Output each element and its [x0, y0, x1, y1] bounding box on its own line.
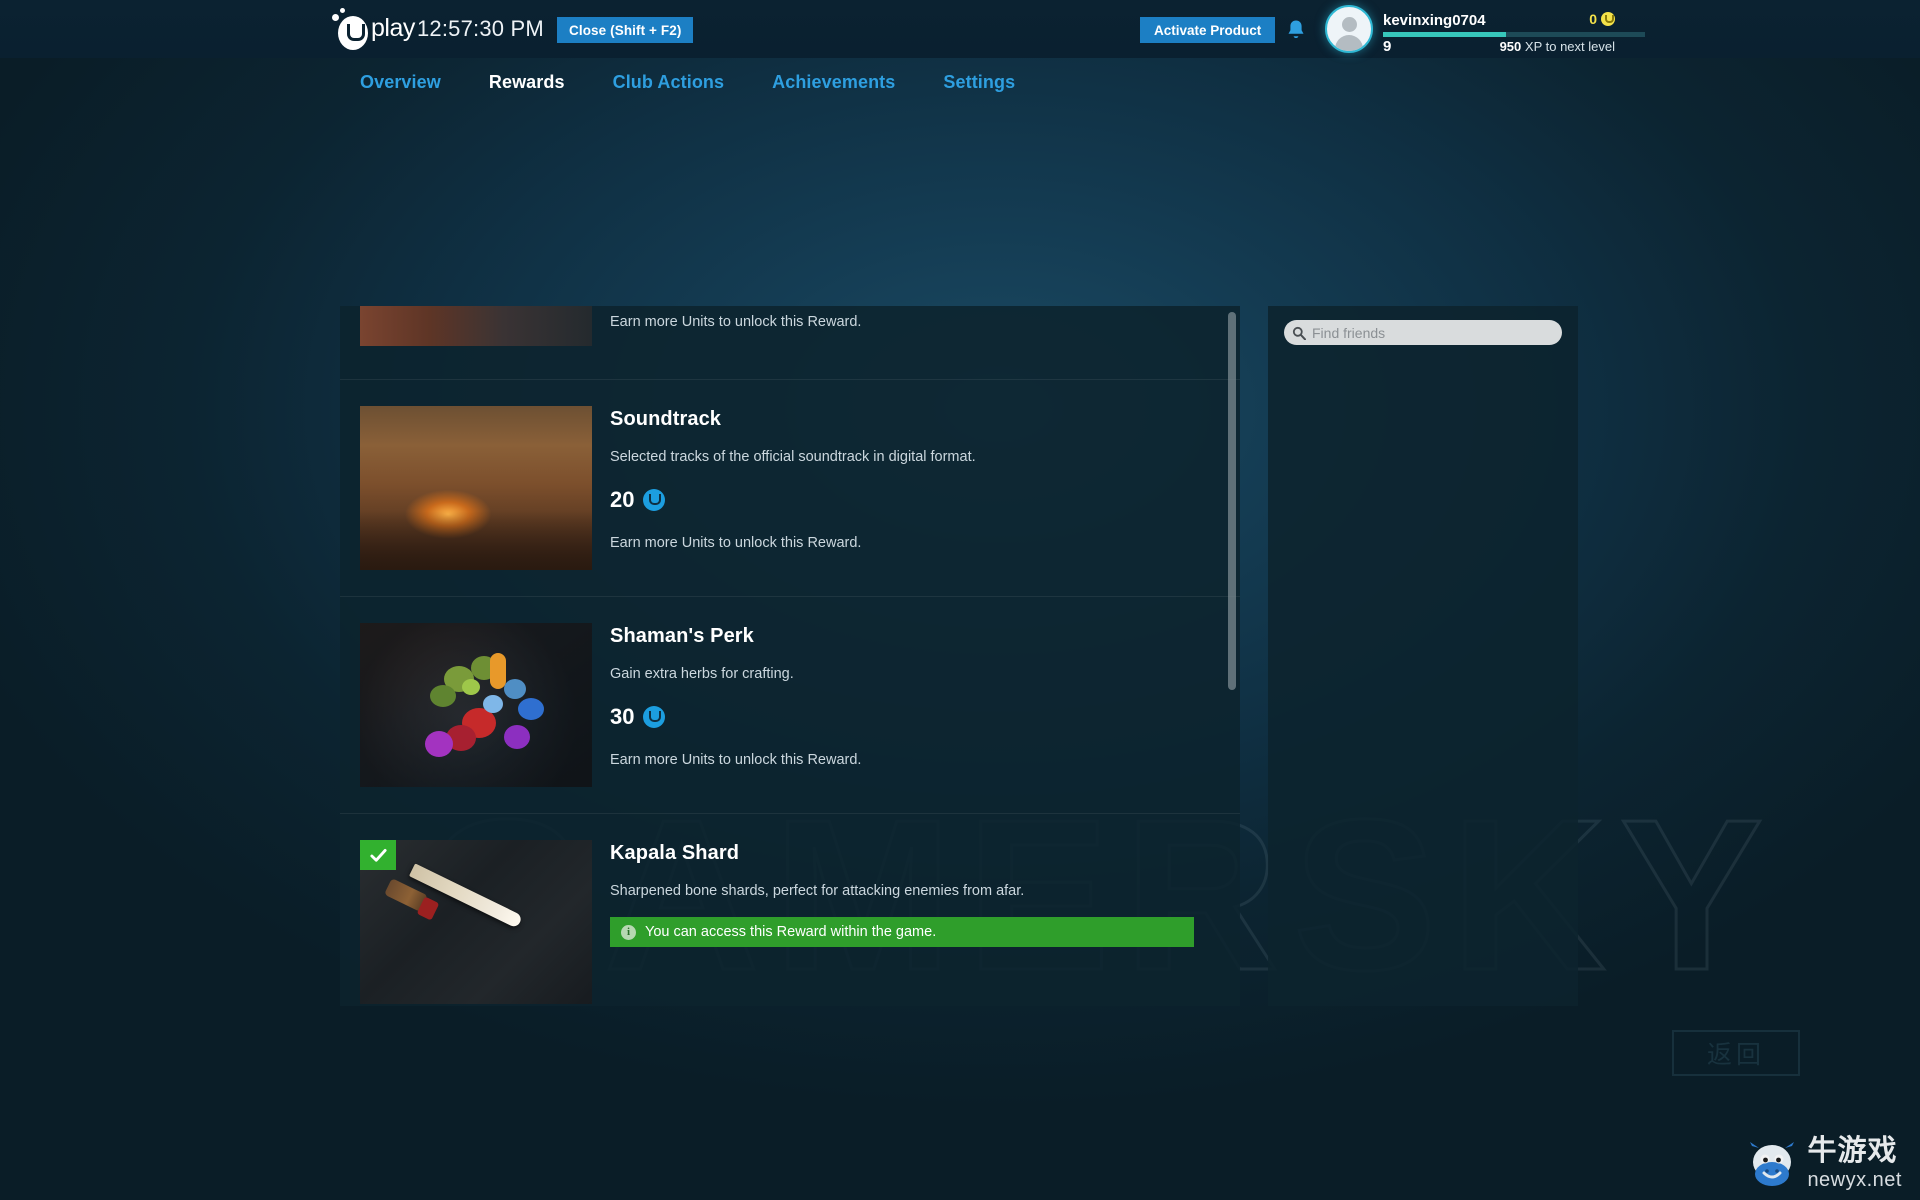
cow-logo-icon — [1750, 1141, 1795, 1186]
rewards-list-panel: Earn more Units to unlock this Reward. S… — [340, 306, 1240, 1006]
reward-body: Earn more Units to unlock this Reward. — [592, 306, 1240, 353]
reward-row[interactable]: Earn more Units to unlock this Reward. — [340, 306, 1240, 380]
uplay-mark-icon — [330, 8, 370, 50]
game-back-button-label: 返回 — [1706, 1041, 1765, 1069]
user-info: kevinxing0704 0 9 950 XP to next level — [1383, 5, 1645, 55]
notifications-bell-icon[interactable] — [1285, 18, 1307, 42]
reward-unlocked-check-icon — [360, 840, 396, 870]
user-profile-block[interactable]: kevinxing0704 0 9 950 XP to next level — [1325, 2, 1645, 56]
reward-thumbnail — [360, 623, 592, 787]
uplay-wordmark: play — [371, 13, 415, 42]
reward-row[interactable]: Soundtrack Selected tracks of the offici… — [340, 380, 1240, 597]
reward-access-message: You can access this Reward within the ga… — [645, 924, 937, 940]
uplay-unit-icon — [643, 706, 666, 728]
uplay-units-coin-icon — [1601, 12, 1615, 26]
xp-to-next-level: 950 XP to next level — [1500, 39, 1615, 54]
reward-cost: 20 — [610, 487, 1240, 513]
reward-footer-text: Earn more Units to unlock this Reward. — [610, 752, 862, 768]
reward-row[interactable]: Kapala Shard Sharpened bone shards, perf… — [340, 814, 1240, 1006]
reward-body: Shaman's Perk Gain extra herbs for craft… — [592, 623, 1240, 787]
user-level: 9 — [1383, 38, 1392, 55]
rewards-scrollbar-thumb[interactable] — [1228, 312, 1236, 690]
reward-row[interactable]: Shaman's Perk Gain extra herbs for craft… — [340, 597, 1240, 814]
reward-footer-text: Earn more Units to unlock this Reward. — [610, 314, 862, 330]
reward-cost-value: 20 — [610, 487, 635, 512]
reward-footer-text: Earn more Units to unlock this Reward. — [610, 535, 862, 551]
newyx-text: 牛游戏 newyx.net — [1807, 1135, 1902, 1191]
tab-overview[interactable]: Overview — [336, 72, 465, 93]
coin-count: 0 — [1589, 11, 1597, 27]
reward-thumbnail — [360, 406, 592, 570]
reward-access-banner: i You can access this Reward within the … — [610, 917, 1194, 947]
xp-label: XP to next level — [1524, 39, 1615, 54]
reward-body: Kapala Shard Sharpened bone shards, perf… — [592, 840, 1240, 1004]
game-back-button[interactable]: 返回 — [1672, 1030, 1800, 1076]
main-nav: Overview Rewards Club Actions Achievemen… — [0, 58, 1920, 106]
activate-product-button[interactable]: Activate Product — [1140, 17, 1276, 43]
newyx-url: newyx.net — [1807, 1169, 1902, 1191]
avatar[interactable] — [1325, 5, 1373, 53]
tab-achievements[interactable]: Achievements — [748, 72, 919, 93]
uplay-logo: play — [330, 8, 415, 50]
info-icon: i — [621, 924, 636, 940]
clock: 12:57:30 PM — [417, 16, 544, 41]
rewards-scrollbar-track[interactable] — [1228, 306, 1236, 1006]
reward-body: Soundtrack Selected tracks of the offici… — [592, 406, 1240, 570]
user-name: kevinxing0704 — [1383, 12, 1486, 29]
reward-cost: 30 — [610, 704, 1240, 730]
reward-title: Shaman's Perk — [610, 625, 754, 647]
search-icon — [1292, 326, 1306, 340]
find-friends-search[interactable] — [1284, 320, 1562, 345]
coin-balance: 0 — [1589, 11, 1615, 27]
uplay-unit-icon — [643, 489, 666, 511]
reward-title: Soundtrack — [610, 408, 722, 430]
reward-title: Kapala Shard — [610, 842, 740, 864]
newyx-name-cn: 牛游戏 — [1807, 1135, 1898, 1167]
uplay-topbar: play 12:57:30 PM Close (Shift + F2) Acti… — [0, 0, 1920, 58]
reward-cost-value: 30 — [610, 704, 635, 729]
find-friends-input[interactable] — [1312, 324, 1562, 341]
reward-description: Sharpened bone shards, perfect for attac… — [610, 883, 1025, 899]
tab-club-actions[interactable]: Club Actions — [589, 72, 749, 93]
watermark-newyx: 牛游戏 newyx.net — [1746, 1137, 1902, 1190]
reward-thumbnail — [360, 306, 592, 346]
xp-progress-bar — [1383, 32, 1645, 37]
close-overlay-button[interactable]: Close (Shift + F2) — [557, 17, 694, 43]
friends-panel — [1268, 306, 1578, 1006]
tab-rewards[interactable]: Rewards — [465, 72, 589, 93]
tab-settings[interactable]: Settings — [919, 72, 1039, 93]
xp-amount: 950 — [1499, 39, 1522, 54]
reward-description: Selected tracks of the official soundtra… — [610, 449, 976, 465]
reward-thumbnail — [360, 840, 592, 1004]
reward-description: Gain extra herbs for crafting. — [610, 666, 794, 682]
